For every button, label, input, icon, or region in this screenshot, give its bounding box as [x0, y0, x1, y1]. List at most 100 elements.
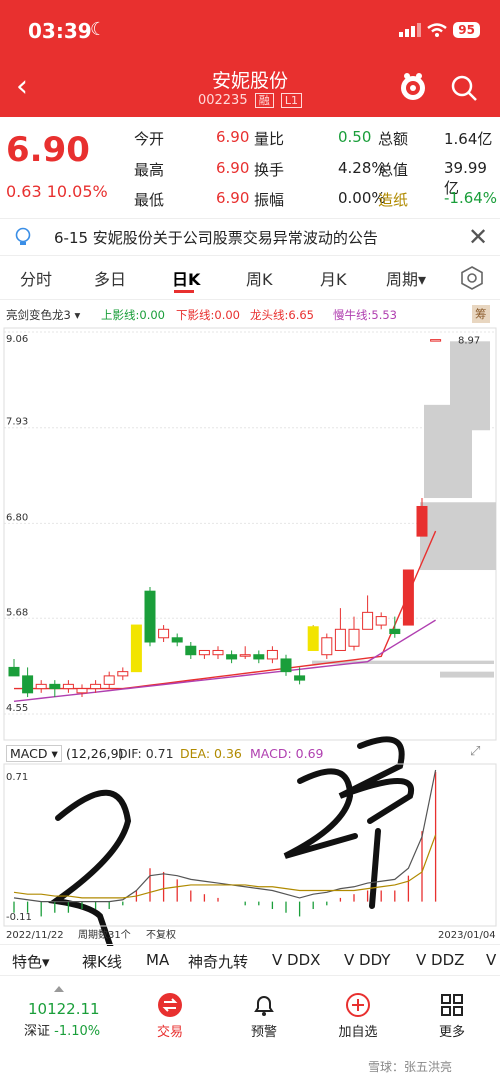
tab-monthly-k[interactable]: 月K [320, 266, 347, 290]
macd-value: MACD: 0.69 [250, 746, 324, 761]
start-date-label: 2022/11/22 [6, 930, 64, 941]
quote-value: 6.90 [216, 189, 250, 207]
tool-nine-turn[interactable]: 神奇九转 [188, 951, 248, 972]
candle-body [307, 626, 319, 651]
period-count-label: 周期数31个 [78, 928, 131, 941]
nav-more[interactable]: 更多 [412, 992, 492, 1040]
quote-value: 6.90 [216, 159, 250, 177]
index-line[interactable]: 深证 -1.10% [24, 1020, 100, 1039]
candle-body [22, 675, 34, 694]
candle-body [62, 683, 74, 690]
tool-naked-k[interactable]: 裸K线 [82, 951, 122, 972]
quote-label: 换手 [254, 161, 285, 179]
battery-icon: 95 [453, 22, 480, 38]
candle-body [416, 505, 428, 537]
macd-params: (12,26,9) [66, 746, 124, 761]
candle-body [144, 590, 156, 643]
tool-feature[interactable]: 特色▾ [12, 951, 50, 972]
candle-body [321, 637, 333, 656]
nav-alert[interactable]: 预警 [224, 992, 304, 1040]
quote-label: 造纸 [378, 191, 409, 209]
index-value[interactable]: 10122.11 [28, 1000, 100, 1018]
change-value: 0.63 [6, 182, 42, 201]
header-bar: 03:39 ☾ 95 ‹ 安妮股份 002235 融 L1 [0, 0, 500, 117]
news-banner[interactable]: 6-15 安妮股份关于公司股票交易异常波动的公告 ✕ [0, 218, 500, 256]
quote-label: 总额 [378, 130, 409, 148]
level-tag: L1 [280, 93, 303, 108]
quote-label: 今开 [134, 130, 165, 148]
candle-body [171, 637, 183, 643]
active-tab-underline [174, 290, 194, 293]
bell-icon [254, 996, 274, 1016]
upper-shadow-value: 上影线:0.00 [101, 308, 165, 322]
candle-body [49, 683, 61, 690]
candle-body [430, 339, 442, 342]
candle-body [294, 675, 306, 681]
leader-line-value: 龙头线:6.65 [250, 308, 314, 322]
tab-period[interactable]: 周期▾ [386, 266, 426, 290]
news-text[interactable]: 6-15 安妮股份关于公司股票交易异常波动的公告 [54, 227, 378, 248]
tool-ma[interactable]: MA [146, 951, 169, 969]
tool-ddz[interactable]: V DDZ [416, 951, 464, 969]
max-price-label: 8.97 [458, 336, 480, 347]
tab-intraday[interactable]: 分时 [20, 266, 52, 290]
macd-dif: DIF: 0.71 [118, 746, 174, 761]
assistant-icon[interactable] [398, 72, 428, 102]
nav-trade[interactable]: 交易 [130, 992, 210, 1040]
macd-bottom-label: -0.11 [6, 912, 32, 923]
kline-chart[interactable]: 9.06 7.93 6.80 5.68 4.55 8.97 0.71 -0.11 2022/11… [0, 326, 500, 954]
leader-line [14, 530, 437, 690]
tool-ddx[interactable]: V DDX [272, 951, 320, 969]
tab-daily-k[interactable]: 日K [172, 266, 200, 290]
quote-value: 0.50 [338, 128, 372, 146]
quote-label: 最高 [134, 161, 165, 179]
chart-svg[interactable]: 9.06 7.93 6.80 5.68 4.55 8.97 0.71 -0.11 2022/11… [0, 326, 500, 954]
chip-button[interactable]: 筹 [472, 305, 490, 323]
quote-label: 振幅 [254, 191, 285, 209]
handwritten-2b [283, 768, 358, 859]
search-icon[interactable] [450, 74, 478, 102]
candle-body [280, 658, 292, 673]
chip-bar [440, 519, 494, 541]
candle-body [375, 616, 387, 626]
candle-body [402, 569, 414, 626]
candle-body [212, 649, 224, 656]
tab-multiday[interactable]: 多日 [94, 266, 126, 290]
indicator-toolbar: 特色▾ 裸K线 MA 神奇九转 V DDX V DDY V DDZ V [0, 944, 500, 976]
macd-top-label: 0.71 [6, 772, 28, 783]
expand-icon[interactable]: ⤢ [470, 744, 480, 759]
macd-select[interactable]: MACD ▾ [6, 745, 62, 762]
trade-icon [158, 993, 182, 1017]
y-tick-label: 9.06 [6, 334, 28, 345]
margin-tag: 融 [254, 93, 274, 108]
candle-body [362, 611, 374, 630]
last-price: 6.90 [6, 130, 90, 170]
tool-more[interactable]: V [486, 951, 496, 969]
signal-icon [399, 23, 422, 37]
chip-bar [440, 671, 494, 678]
tool-ddy[interactable]: V DDY [344, 951, 390, 969]
candle-body [117, 671, 129, 677]
candle-body [185, 645, 197, 656]
caret-up-icon [54, 986, 64, 992]
quote-label: 最低 [134, 191, 165, 209]
quote-value: 1.64亿 [444, 130, 493, 148]
tab-weekly-k[interactable]: 周K [246, 266, 273, 290]
candle-body [266, 649, 278, 660]
adjust-label: 不复权 [146, 928, 176, 941]
candle-body [389, 628, 401, 635]
y-tick-label: 5.68 [6, 607, 28, 618]
candle-body [90, 683, 102, 690]
moon-icon: ☾ [90, 19, 107, 40]
status-time: 03:39 [28, 19, 92, 43]
bulb-icon [15, 227, 31, 245]
quote-value: -1.64% [444, 189, 498, 207]
y-tick-label: 7.93 [6, 417, 28, 428]
close-icon[interactable]: ✕ [468, 223, 488, 251]
nav-add-watch[interactable]: 加自选 [318, 992, 398, 1040]
settings-icon[interactable] [460, 266, 484, 290]
quote-label: 总值 [378, 161, 409, 179]
indicator-select[interactable]: 亮剑变色龙3 ▾ [6, 307, 80, 323]
period-tabs: 分时 多日 日K 周K 月K 周期▾ [0, 258, 500, 300]
y-tick-label: 6.80 [6, 512, 28, 523]
